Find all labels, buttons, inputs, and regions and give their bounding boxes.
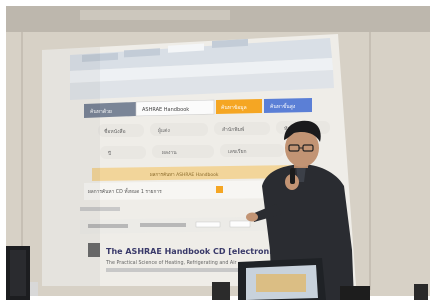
search-input-value: ASHRAE Handbook [142,107,189,113]
projection-photo: ค้นหาด้วย ASHRAE Handbook ค้นหาข้อมูล ค้… [0,0,434,300]
microphone [290,168,295,184]
tab-7[interactable]: เลขเรียก [228,148,247,155]
tab-3[interactable]: สำนักพิมพ์ [222,126,244,133]
search-button-label: ค้นหาข้อมูล [221,104,247,111]
tabs-row-2: ปี ผลงาน เลขเรียก [100,144,284,159]
results-bar-text: ผลการค้นหา ASHRAE Handbook [150,172,219,178]
tab-6[interactable]: ผลงาน [162,150,177,156]
laptop [238,258,326,300]
tab-2[interactable]: ผู้แต่ง [158,127,170,134]
tab-5[interactable]: ปี [108,150,112,157]
tab-1[interactable]: ชื่อหนังสือ [104,128,126,135]
result-subtitle: The Practical Science of Heating, Refrig… [105,260,237,266]
result-title[interactable]: The ASHRAE Handbook CD [electronic res [106,247,294,256]
